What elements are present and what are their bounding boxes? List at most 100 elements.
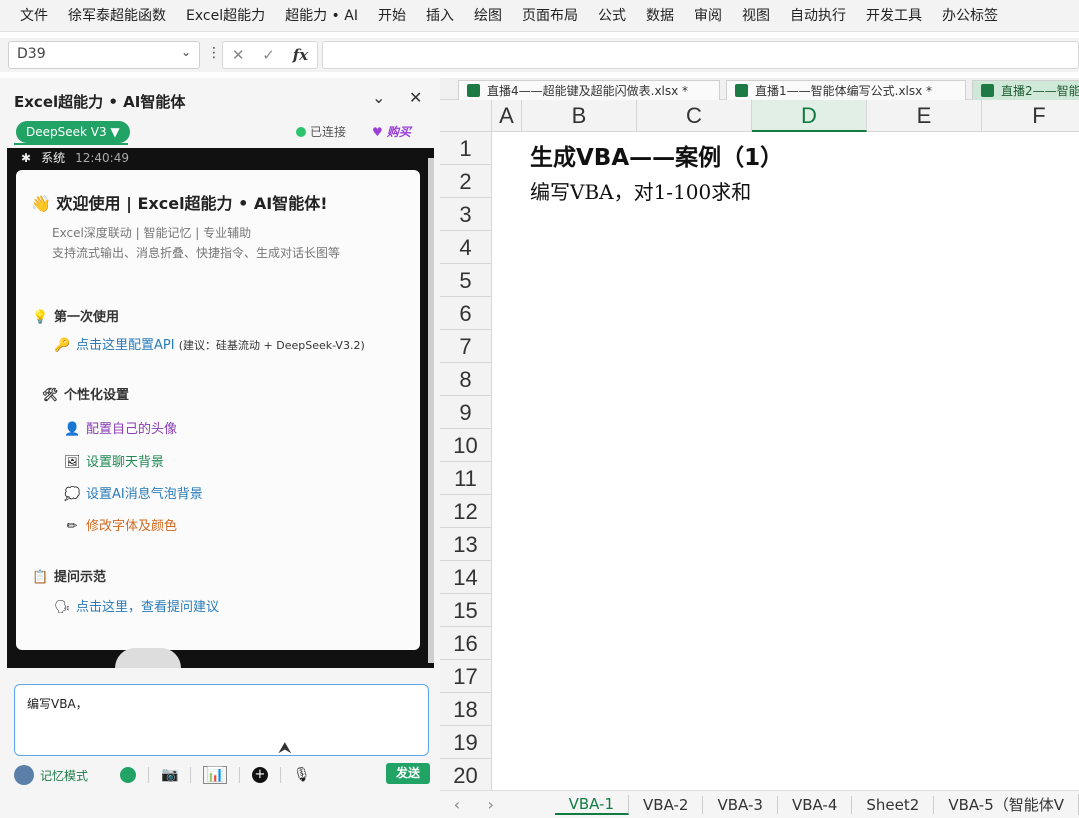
personal-link[interactable]: 👤 配置自己的头像 (64, 418, 177, 437)
welcome-sub2: 支持流式输出、消息折叠、快捷指令、生成对话长图等 (52, 246, 341, 260)
row-header[interactable]: 4 (440, 231, 492, 264)
menu-item[interactable]: 开发工具 (856, 0, 932, 31)
row-header[interactable]: 3 (440, 198, 492, 231)
workbook-tab[interactable]: 直播1——智能体编写公式.xlsx * (726, 80, 966, 100)
row-header[interactable]: 7 (440, 330, 492, 363)
menu-item[interactable]: 徐军泰超能函数 (58, 0, 176, 31)
message-input[interactable]: 编写VBA， (14, 684, 429, 756)
buy-button[interactable]: ♥ 购买 (372, 123, 411, 140)
cell-b1[interactable]: 生成VBA——案例（1） (530, 138, 783, 172)
model-selector[interactable]: DeepSeek V3 ▼ (16, 121, 130, 143)
row-header[interactable]: 13 (440, 528, 492, 561)
welcome-heading-text: 欢迎使用 | Excel超能力 • AI智能体! (56, 194, 328, 213)
row-header[interactable]: 2 (440, 165, 492, 198)
sheet-tab[interactable]: VBA-2 (629, 795, 704, 814)
model-underline (14, 143, 128, 145)
close-icon[interactable]: ✕ (409, 88, 422, 107)
menu-item[interactable]: 视图 (732, 0, 780, 31)
menu-item[interactable]: 办公标签 (932, 0, 1008, 31)
row-header[interactable]: 12 (440, 495, 492, 528)
prev-sheet-icon[interactable]: ‹ (440, 795, 474, 814)
menu-item[interactable]: 绘图 (464, 0, 512, 31)
enter-icon[interactable]: ✓ (262, 46, 275, 64)
column-header[interactable]: B (522, 100, 637, 132)
speech-icon: 🗣 (54, 600, 71, 615)
column-header[interactable]: C (637, 100, 752, 132)
sheet-tab[interactable]: VBA-3 (703, 795, 778, 814)
cell-grid[interactable]: 生成VBA——案例（1） 编写VBA，对1-100求和 ABCDEF123456… (440, 100, 1079, 790)
row-header[interactable]: 10 (440, 429, 492, 462)
menu-item[interactable]: 公式 (588, 0, 636, 31)
row-header[interactable]: 1 (440, 132, 492, 165)
menu-item[interactable]: Excel超能力 (176, 0, 275, 31)
menu-item[interactable]: 超能力 • AI (275, 0, 368, 31)
column-header[interactable]: F (982, 100, 1079, 132)
menu-item[interactable]: 文件 (0, 0, 58, 31)
collapse-icon[interactable]: ⌄ (372, 88, 385, 107)
row-header[interactable]: 14 (440, 561, 492, 594)
send-button[interactable]: 发送 (386, 763, 430, 784)
row-header[interactable]: 9 (440, 396, 492, 429)
row-header[interactable]: 18 (440, 693, 492, 726)
mouse-cursor-icon: ⮝ (278, 738, 292, 757)
api-config-link[interactable]: 🔑 点击这里配置API (建议：硅基流动 + DeepSeek-V3.2) (54, 334, 365, 353)
formula-input[interactable] (322, 41, 1079, 69)
add-icon[interactable]: + (251, 767, 268, 783)
chat-scrollbar[interactable] (428, 158, 434, 663)
personal-link[interactable]: 🖼 设置聊天背景 (64, 451, 164, 470)
personal-link-text[interactable]: 配置自己的头像 (86, 422, 177, 437)
menu-item[interactable]: 数据 (636, 0, 684, 31)
microphone-icon[interactable]: 🎙 (293, 767, 311, 783)
menu-item[interactable]: 插入 (416, 0, 464, 31)
name-box[interactable]: D39 ⌄ (8, 41, 200, 69)
menu-item[interactable]: 页面布局 (512, 0, 588, 31)
camera-icon[interactable]: 📷 (161, 767, 178, 783)
row-header[interactable]: 19 (440, 726, 492, 759)
demo-link-text[interactable]: 点击这里，查看提问建议 (76, 600, 219, 615)
sheet-tab[interactable]: VBA-1 (554, 794, 630, 815)
sheet-tab[interactable]: VBA-4 (778, 795, 853, 814)
chart-icon[interactable]: 📊 (203, 766, 227, 784)
memory-mode-label[interactable]: 记忆模式 (40, 767, 88, 784)
personal-link-text[interactable]: 修改字体及颜色 (86, 519, 177, 534)
sheet-tab[interactable]: Sheet2 (852, 795, 935, 814)
link-icon: 💭 (64, 487, 81, 502)
menu-item[interactable]: 自动执行 (780, 0, 856, 31)
personal-link[interactable]: ✏ 修改字体及颜色 (64, 515, 177, 534)
workbook-tab-label: 直播4——超能键及超能闪做表.xlsx * (487, 84, 689, 98)
next-sheet-icon[interactable]: › (474, 795, 508, 814)
row-header[interactable]: 8 (440, 363, 492, 396)
excel-file-icon (735, 84, 748, 97)
row-header[interactable]: 5 (440, 264, 492, 297)
toggle-icon[interactable] (120, 767, 137, 783)
row-header[interactable]: 16 (440, 627, 492, 660)
workbook-tab[interactable]: 直播4——超能键及超能闪做表.xlsx * (458, 80, 720, 100)
column-header[interactable]: E (867, 100, 982, 132)
personal-link[interactable]: 💭 设置AI消息气泡背景 (64, 483, 203, 502)
select-all-corner[interactable] (440, 100, 492, 132)
menu-item[interactable]: 开始 (368, 0, 416, 31)
row-header[interactable]: 20 (440, 759, 492, 790)
more-icon[interactable]: ⋮ (207, 45, 221, 61)
personal-link-text[interactable]: 设置AI消息气泡背景 (86, 487, 203, 502)
sheet-tab[interactable]: VBA-5（智能体V (934, 794, 1079, 815)
column-header[interactable]: D (752, 100, 867, 132)
workbook-tab[interactable]: 直播2——智能体 (972, 80, 1079, 100)
personal-link-text[interactable]: 设置聊天背景 (86, 455, 164, 470)
avatar[interactable] (14, 765, 34, 785)
api-link-text[interactable]: 点击这里配置API (76, 338, 175, 353)
cancel-icon[interactable]: ✕ (232, 46, 245, 64)
menu-item[interactable]: 审阅 (684, 0, 732, 31)
column-header[interactable]: A (492, 100, 522, 132)
insert-function-button[interactable]: fx (293, 46, 308, 64)
chevron-down-icon[interactable]: ⌄ (181, 45, 191, 59)
cell-b2[interactable]: 编写VBA，对1-100求和 (530, 176, 751, 205)
row-header[interactable]: 11 (440, 462, 492, 495)
wave-icon: 👋 (31, 194, 51, 213)
row-header[interactable]: 15 (440, 594, 492, 627)
row-header[interactable]: 17 (440, 660, 492, 693)
demo-link[interactable]: 🗣 点击这里，查看提问建议 (54, 596, 219, 615)
system-time: 12:40:49 (75, 150, 129, 165)
divider (190, 767, 192, 783)
row-header[interactable]: 6 (440, 297, 492, 330)
